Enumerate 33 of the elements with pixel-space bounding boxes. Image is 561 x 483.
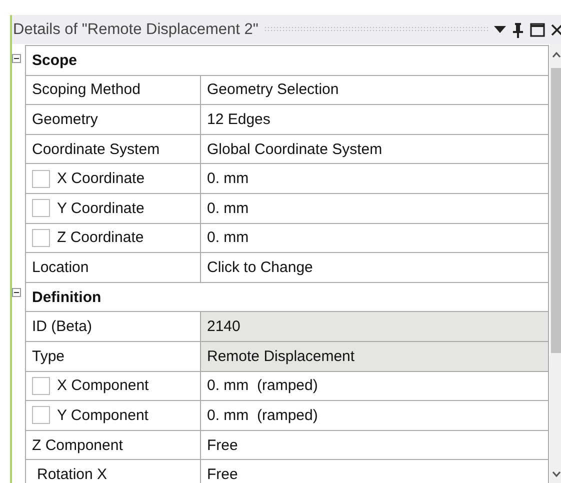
pin-icon[interactable] [512,22,524,38]
collapse-icon[interactable] [12,288,21,298]
maximize-icon[interactable] [530,22,545,36]
property-label: X Component [57,377,149,394]
property-label: Y Component [57,406,148,424]
checkbox[interactable] [32,170,50,188]
section-header: Definition [31,288,102,308]
property-label: Z Component [32,436,123,454]
property-label: Scoping Method [32,81,140,98]
property-label: Rotation X [37,466,108,483]
property-value[interactable]: Remote Displacement [201,342,548,371]
checkbox[interactable] [32,228,50,247]
property-label: Coordinate System [32,140,160,158]
property-value[interactable]: 2140 [201,312,548,341]
checkbox[interactable] [32,406,50,424]
property-label: Y Coordinate [57,200,144,217]
section-header: Scope [31,50,78,71]
property-label: X Coordinate [57,170,145,188]
collapse-icon[interactable] [12,54,21,64]
property-label: Geometry [32,110,98,128]
property-label: ID (Beta) [32,318,92,336]
dropdown-icon[interactable] [494,26,506,34]
scroll-down-icon[interactable] [552,471,561,477]
scroll-up-icon[interactable] [552,52,561,58]
property-label: Location [32,258,89,276]
scroll-thumb[interactable] [551,68,561,353]
property-label: Z Coordinate [57,229,144,246]
property-label: Type [32,348,65,365]
scrollbar[interactable] [550,44,561,483]
checkbox[interactable] [32,199,50,218]
panel-title: Details of "Remote Displacement 2" [13,20,258,38]
checkbox[interactable] [32,376,50,395]
close-icon[interactable] [551,23,561,36]
